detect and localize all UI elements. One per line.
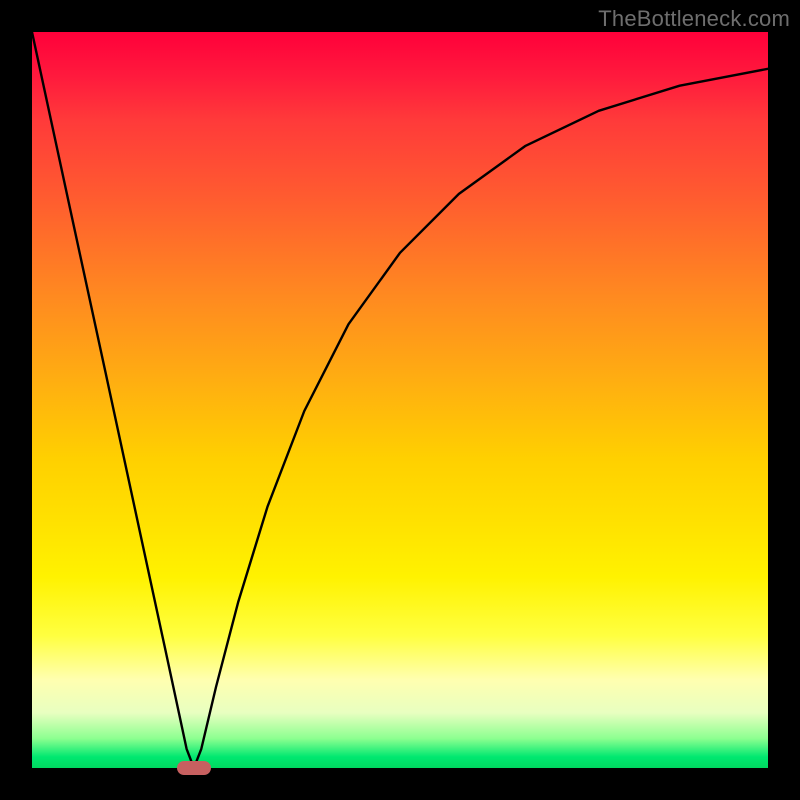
curve-path: [32, 32, 768, 768]
optimal-marker: [177, 761, 211, 775]
bottleneck-curve: [32, 32, 768, 768]
chart-frame: TheBottleneck.com: [0, 0, 800, 800]
watermark-text: TheBottleneck.com: [598, 6, 790, 32]
plot-area: [32, 32, 768, 768]
